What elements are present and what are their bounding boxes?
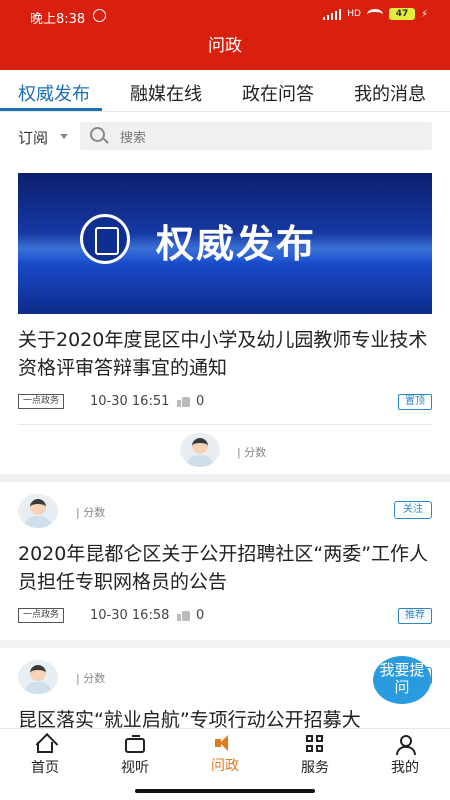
source-tag: 一点政务 xyxy=(18,394,65,409)
nav-home[interactable]: 首页 xyxy=(15,735,75,777)
like-icon[interactable] xyxy=(177,396,190,407)
divider xyxy=(18,424,432,425)
tv-icon xyxy=(125,735,145,753)
follow-button[interactable]: 关注 xyxy=(394,501,432,519)
speaker-icon xyxy=(215,735,235,751)
caret-down-icon[interactable] xyxy=(60,134,68,139)
bottom-nav: 首页 视听 问政 服务 我的 xyxy=(0,728,450,780)
post-banner-image[interactable]: 权威发布 xyxy=(18,173,432,314)
home-icon xyxy=(37,742,53,753)
emblem-icon xyxy=(80,214,130,264)
like-count: 0 xyxy=(196,394,205,409)
nav-label: 服务 xyxy=(301,760,329,776)
user-icon xyxy=(395,735,416,755)
tab-gov-qa[interactable]: 政在问答 xyxy=(242,80,314,106)
alarm-icon xyxy=(93,9,106,22)
post-title[interactable]: 昆区落实“就业启航”专项行动公开招募大 xyxy=(18,706,432,728)
wifi-icon xyxy=(366,8,383,20)
post-time: 10-30 16:51 xyxy=(90,394,170,409)
nav-services[interactable]: 服务 xyxy=(285,735,345,777)
author-score: | 分数 xyxy=(76,506,106,519)
nav-label: 我的 xyxy=(391,760,419,776)
post-card[interactable]: | 分数 关注 2020年昆都仑区关于公开招聘社区“两委”工作人员担任专职网格员… xyxy=(0,482,450,640)
nav-media[interactable]: 视听 xyxy=(105,735,165,777)
tab-media-online[interactable]: 融媒在线 xyxy=(130,80,202,106)
battery-icon: 47 xyxy=(388,8,415,20)
like-icon[interactable] xyxy=(177,610,190,621)
tab-authority-release[interactable]: 权威发布 xyxy=(18,80,90,106)
nav-label: 首页 xyxy=(31,760,59,776)
tab-bar: 权威发布 融媒在线 政在问答 我的消息 xyxy=(0,70,450,112)
avatar[interactable] xyxy=(18,660,58,694)
avatar[interactable] xyxy=(18,494,58,528)
post-title[interactable]: 2020年昆都仑区关于公开招聘社区“两委”工作人员担任专职网格员的公告 xyxy=(18,540,432,596)
subscribe-dropdown[interactable]: 订阅 xyxy=(18,127,48,148)
charging-icon: ⚡ xyxy=(420,8,428,20)
filter-bar: 订阅 搜索 xyxy=(0,112,450,162)
post-title[interactable]: 关于2020年度昆区中小学及幼儿园教师专业技术资格评审答辩事宜的通知 xyxy=(18,326,432,382)
search-icon xyxy=(90,127,105,142)
author-score: | 分数 xyxy=(237,446,267,459)
search-input[interactable]: 搜索 xyxy=(80,122,432,150)
post-meta: 一点政务 10-30 16:51 0 置顶 xyxy=(18,394,432,412)
signal-icon xyxy=(322,8,342,20)
banner-text: 权威发布 xyxy=(156,222,317,266)
avatar[interactable] xyxy=(180,433,220,467)
nav-mine[interactable]: 我的 xyxy=(375,735,435,777)
post-meta: 一点政务 10-30 16:58 0 推荐 xyxy=(18,608,432,626)
like-count: 0 xyxy=(196,608,205,623)
network-type: HD xyxy=(347,9,361,19)
page-title: 问政 xyxy=(0,30,450,70)
grid-icon xyxy=(306,735,324,753)
author-score: | 分数 xyxy=(76,672,106,685)
home-indicator[interactable] xyxy=(135,789,315,793)
status-time: 晚上8:38 xyxy=(30,12,86,27)
tab-my-messages[interactable]: 我的消息 xyxy=(354,80,426,106)
ask-question-button[interactable]: 我要提问 xyxy=(373,656,431,704)
home-indicator-bar xyxy=(0,780,450,800)
recommended-badge: 推荐 xyxy=(398,608,432,624)
post-card[interactable]: 权威发布 关于2020年度昆区中小学及幼儿园教师专业技术资格评审答辩事宜的通知 … xyxy=(0,162,450,474)
active-tab-indicator xyxy=(0,108,102,111)
pinned-badge: 置顶 xyxy=(398,394,432,410)
post-time: 10-30 16:58 xyxy=(90,608,170,623)
nav-label: 视听 xyxy=(121,760,149,776)
nav-wenzheng[interactable]: 问政 xyxy=(195,735,255,775)
search-placeholder: 搜索 xyxy=(120,131,147,146)
status-bar: 晚上8:38 HD 47 ⚡ xyxy=(0,0,450,30)
source-tag: 一点政务 xyxy=(18,608,65,623)
nav-label: 问政 xyxy=(211,758,239,774)
status-icons: HD 47 ⚡ xyxy=(322,8,428,20)
